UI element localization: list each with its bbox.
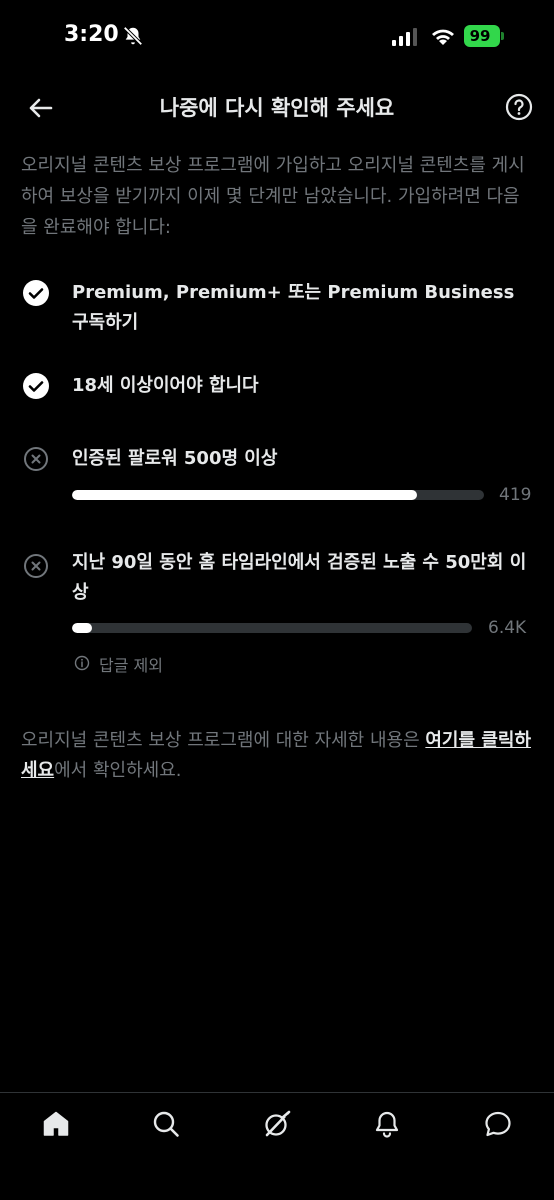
wifi-icon [432,29,454,45]
status-bar: 3:20 99 [0,0,554,76]
battery-level: 99 [469,27,491,45]
requirement-label: 인증된 팔로워 500명 이상 [72,448,278,469]
note-text: 답글 제외 [99,656,163,675]
grok-icon[interactable] [262,1109,292,1139]
requirement-label: 18세 이상이어야 합니다 [72,375,259,396]
info-icon [74,655,90,671]
page: 3:20 99 나중에 다시 확인해 주세요 오리지널 콘텐츠 보상 프로그램에… [0,0,554,1200]
followers-progress-fill [72,490,418,500]
check-circle-icon [23,280,49,306]
search-icon[interactable] [151,1109,181,1139]
followers-progress-track [72,490,484,500]
x-circle-icon [24,554,48,578]
followers-progress-value: 419 [499,485,532,505]
impressions-progress-value: 6.4K [488,618,527,638]
requirement-label: 지난 90일 동안 홈 타임라인에서 검증된 노출 수 50만회 이상 [72,552,527,603]
home-icon[interactable] [41,1109,71,1139]
page-title: 나중에 다시 확인해 주세요 [159,96,395,120]
intro-text: 오리지널 콘텐츠 보상 프로그램에 가입하고 오리지널 콘텐츠를 게시하여 보상… [21,155,525,238]
footer-text-before: 오리지널 콘텐츠 보상 프로그램에 대한 자세한 내용은 [21,730,426,751]
status-time: 3:20 [64,22,119,47]
header: 나중에 다시 확인해 주세요 [0,80,554,134]
battery-cap [501,32,504,40]
bell-slash-icon [123,26,143,46]
x-circle-icon [24,447,48,471]
cellular-signal-icon [392,28,417,46]
message-icon[interactable] [483,1109,513,1139]
requirement-label: Premium, Premium+ 또는 Premium Business 구독… [72,282,515,333]
battery-indicator: 99 [464,25,504,47]
bell-icon[interactable] [372,1109,402,1139]
footer-text-after: 에서 확인하세요. [54,760,182,781]
more-info-text: 오리지널 콘텐츠 보상 프로그램에 대한 자세한 내용은 여기를 클릭하세요에서… [21,726,533,786]
bottom-nav [0,1092,554,1200]
impressions-progress-fill [72,623,92,633]
impressions-progress-track [72,623,472,633]
question-circle-icon[interactable] [504,92,534,122]
check-circle-icon [23,373,49,399]
